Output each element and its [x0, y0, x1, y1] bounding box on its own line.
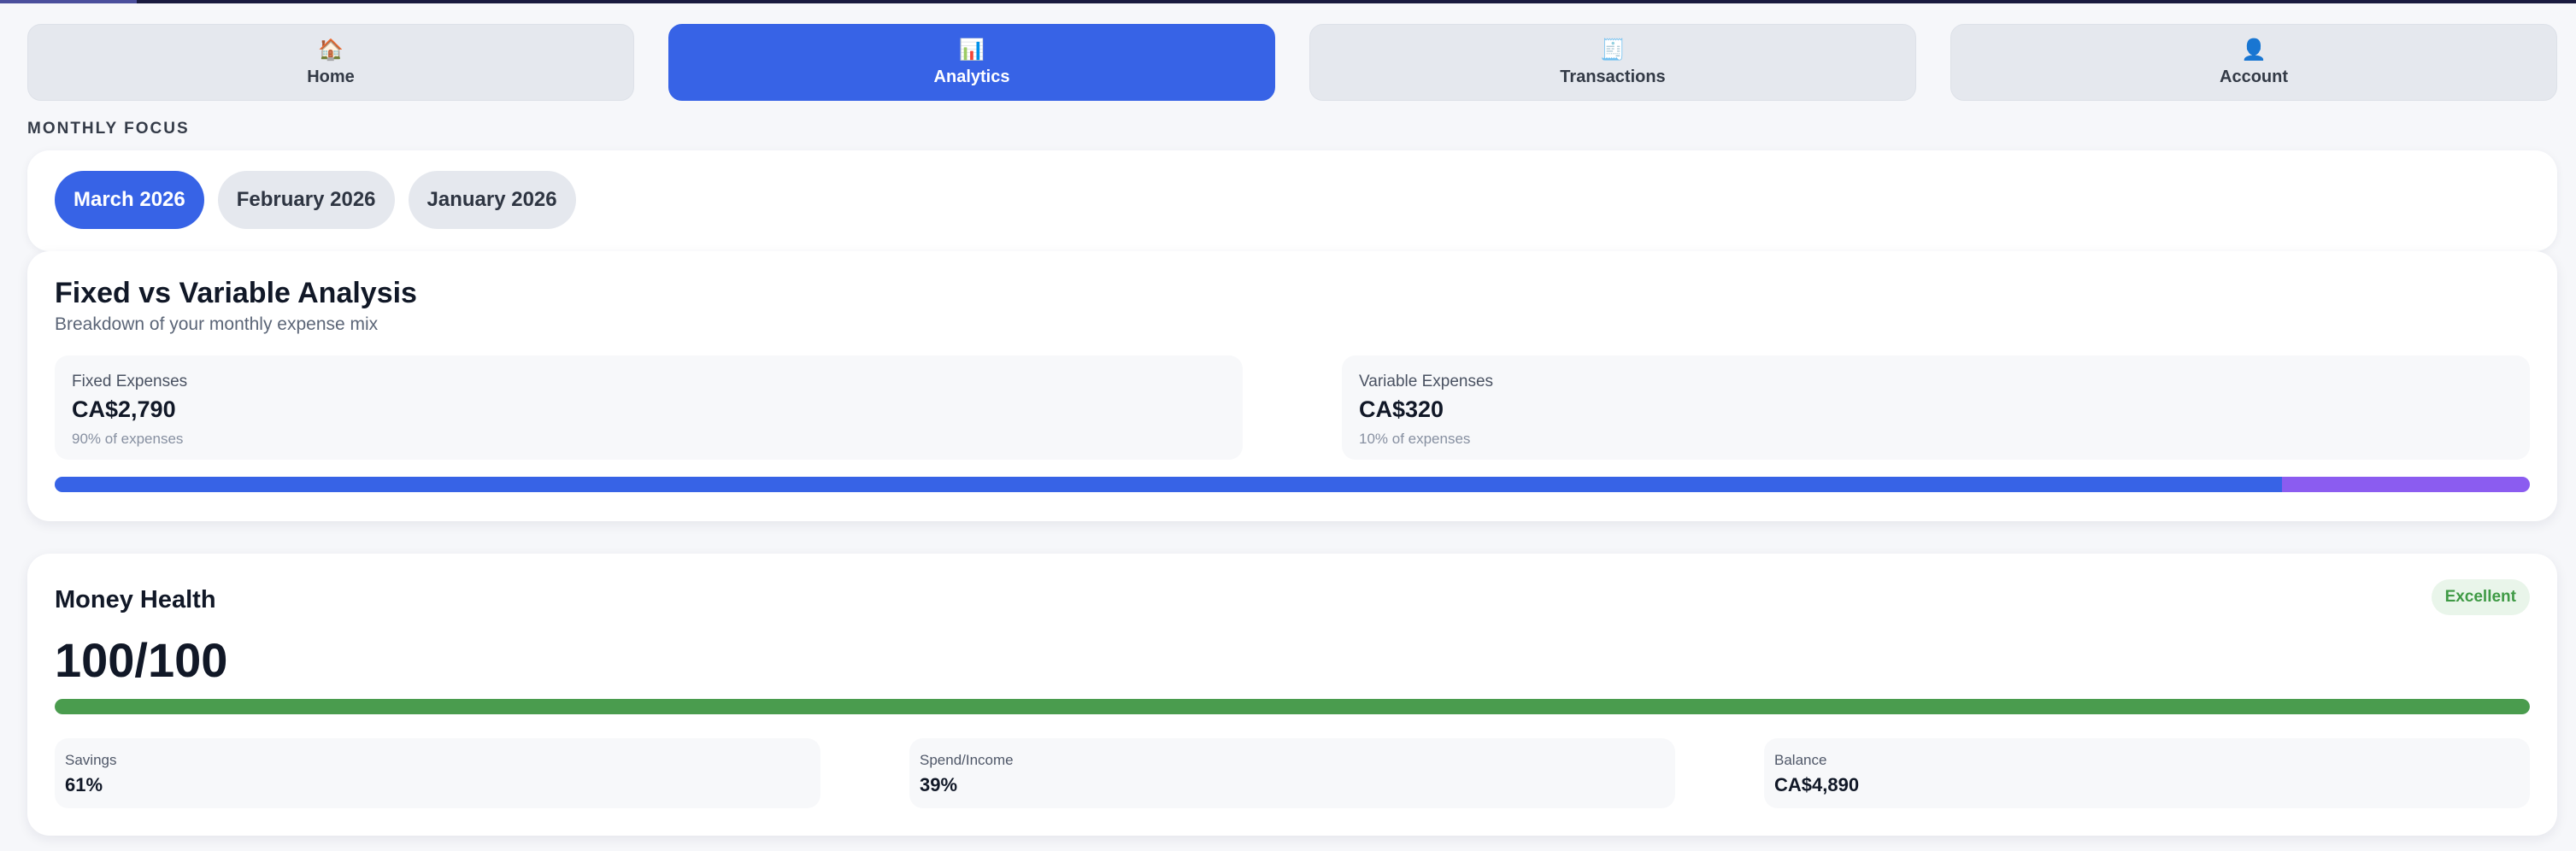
stat-balance-label: Balance [1774, 752, 1827, 768]
stat-savings-value: 61% [65, 774, 103, 795]
tab-account[interactable]: 👤 Account [1950, 24, 2557, 101]
home-icon: 🏠 [318, 38, 344, 62]
stat-spend-income-label: Spend/Income [920, 752, 1014, 768]
fixed-expenses-note: 90% of expenses [72, 431, 184, 447]
month-pill-march-2026[interactable]: March 2026 [55, 171, 204, 229]
expense-mix-bar [55, 477, 2530, 492]
money-health-title: Money Health [55, 586, 216, 613]
stat-balance: Balance CA$4,890 [1764, 738, 2530, 808]
stat-spend-income: Spend/Income 39% [909, 738, 1675, 808]
month-selector-card: March 2026 February 2026 January 2026 [27, 150, 2557, 251]
variable-expenses-note: 10% of expenses [1359, 431, 1471, 447]
top-border [0, 0, 2576, 3]
variable-expenses-value: CA$320 [1359, 396, 1444, 422]
variable-expenses-box: Variable Expenses CA$320 10% of expenses [1342, 355, 2530, 460]
fixed-expenses-box: Fixed Expenses CA$2,790 90% of expenses [55, 355, 1243, 460]
tab-transactions-label: Transactions [1560, 67, 1666, 86]
fixed-variable-title: Fixed vs Variable Analysis [55, 277, 417, 309]
stat-savings: Savings 61% [55, 738, 820, 808]
fixed-expenses-value: CA$2,790 [72, 396, 176, 422]
expense-mix-variable-segment [2282, 477, 2530, 492]
monthly-focus-label: MONTHLY FOCUS [27, 120, 190, 138]
variable-expenses-label: Variable Expenses [1359, 373, 1494, 390]
tab-home-label: Home [307, 67, 355, 86]
tab-transactions[interactable]: 🧾 Transactions [1309, 24, 1916, 101]
month-pill-january-2026[interactable]: January 2026 [408, 171, 576, 229]
health-score-bar-fill [55, 699, 2530, 714]
stat-savings-label: Savings [65, 752, 117, 768]
expense-mix-fixed-segment [55, 477, 2283, 492]
health-stats: Savings 61% Spend/Income 39% Balance CA$… [55, 738, 2530, 808]
stat-balance-value: CA$4,890 [1774, 774, 1860, 795]
fixed-variable-card: Fixed vs Variable Analysis Breakdown of … [27, 251, 2557, 521]
health-score-bar [55, 699, 2530, 714]
main-nav: 🏠 Home 📊 Analytics 🧾 Transactions 👤 Acco… [27, 24, 2557, 101]
month-pill-february-2026[interactable]: February 2026 [217, 171, 395, 229]
health-score: 100/100 [55, 633, 228, 687]
fixed-variable-subtitle: Breakdown of your monthly expense mix [55, 314, 379, 334]
top-border-accent [0, 0, 137, 3]
month-selector: March 2026 February 2026 January 2026 [55, 171, 576, 229]
user-icon: 👤 [2241, 38, 2267, 62]
tab-account-label: Account [2220, 67, 2288, 86]
stat-spend-income-value: 39% [920, 774, 958, 795]
health-status-badge: Excellent [2431, 579, 2530, 615]
tab-analytics[interactable]: 📊 Analytics [668, 24, 1275, 101]
bar-chart-icon: 📊 [959, 38, 985, 62]
tab-home[interactable]: 🏠 Home [27, 24, 634, 101]
fixed-expenses-label: Fixed Expenses [72, 373, 188, 390]
receipt-icon: 🧾 [1600, 38, 1626, 62]
tab-analytics-label: Analytics [933, 67, 1010, 86]
money-health-card: Money Health Excellent 100/100 Savings 6… [27, 554, 2557, 836]
